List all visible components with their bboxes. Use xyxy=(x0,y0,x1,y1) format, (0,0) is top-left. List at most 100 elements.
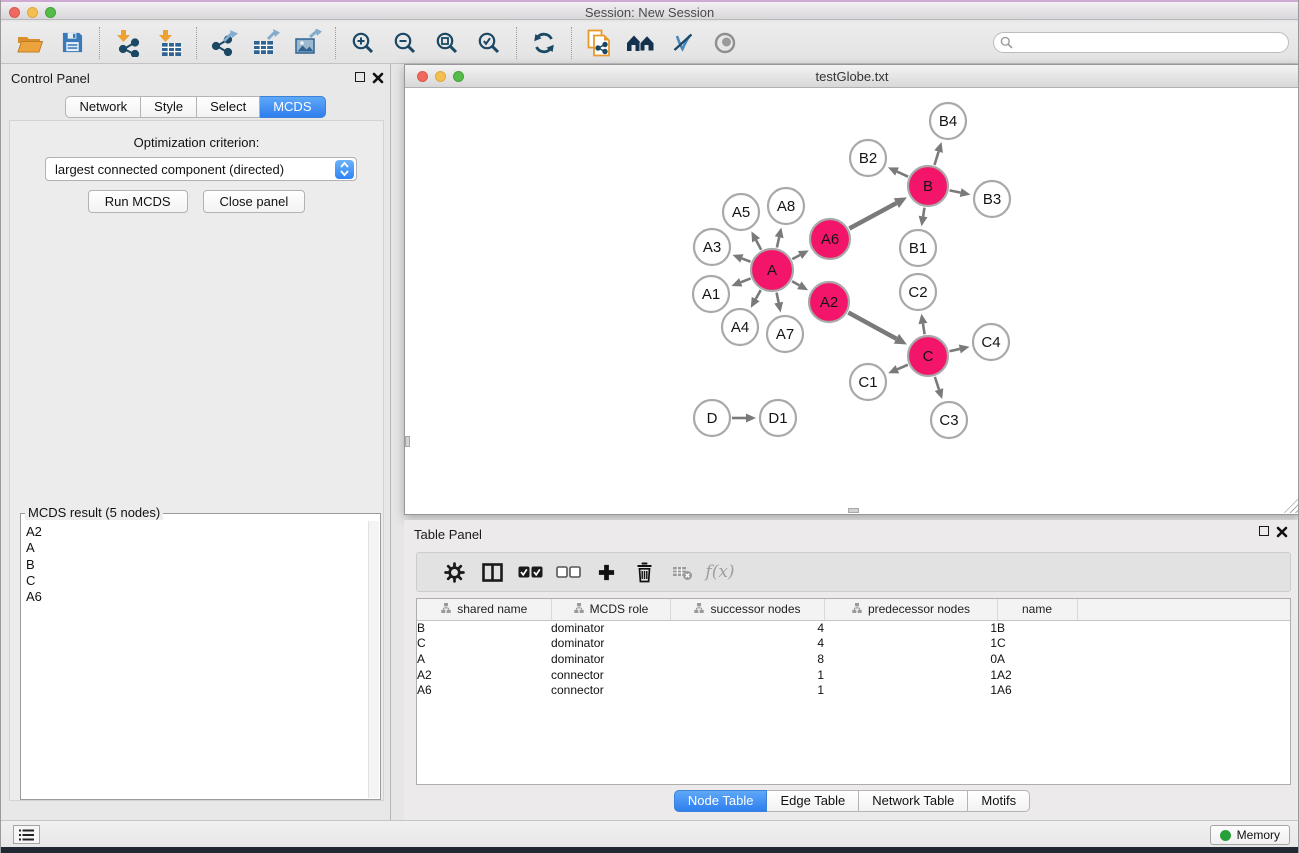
tab-node-table[interactable]: Node Table xyxy=(674,790,768,812)
zoom-out-button[interactable] xyxy=(384,25,426,61)
search-icon xyxy=(1000,36,1013,49)
graph-edge-arrowhead xyxy=(919,216,928,227)
column-hierarchy-icon xyxy=(440,602,452,614)
graph-node-label-A6: A6 xyxy=(821,231,839,248)
tab-select[interactable]: Select xyxy=(197,96,260,118)
add-column-button[interactable] xyxy=(587,563,625,582)
tab-mcds[interactable]: MCDS xyxy=(260,96,325,118)
save-session-button[interactable] xyxy=(51,25,93,61)
node-table[interactable]: shared nameMCDS rolesuccessor nodesprede… xyxy=(416,598,1291,785)
search-input[interactable] xyxy=(993,32,1289,53)
network-canvas[interactable]: AA6A2BCA5A8A3A1A4A7B2B4B3B1C2C4C1C3DD1 xyxy=(405,88,1299,514)
table-row[interactable]: Cdominator41C xyxy=(417,636,1290,652)
delete-table-button[interactable] xyxy=(663,564,701,581)
table-row[interactable]: A6connector11A6 xyxy=(417,682,1290,698)
zoom-out-icon xyxy=(393,31,417,55)
graph-edge-arrowhead xyxy=(733,254,744,262)
column-layout-button[interactable] xyxy=(473,563,511,582)
graph-edge-C-C3[interactable] xyxy=(935,377,939,390)
mcds-result-item[interactable]: C xyxy=(22,573,367,589)
table-row[interactable]: A2connector11A2 xyxy=(417,667,1290,683)
mcds-result-item[interactable]: A xyxy=(22,540,367,556)
function-builder-button[interactable]: f(x) xyxy=(701,562,739,582)
graph-edge-A-A8[interactable] xyxy=(777,237,779,247)
graph-edge-C-C1[interactable] xyxy=(897,365,907,370)
zoom-selected-button[interactable] xyxy=(468,25,510,61)
export-network-button[interactable] xyxy=(203,25,245,61)
graph-edge-C-C2[interactable] xyxy=(923,324,925,335)
table-settings-button[interactable] xyxy=(435,562,473,583)
float-table-panel-icon[interactable] xyxy=(1259,526,1269,536)
graph-node-label-A8: A8 xyxy=(777,198,795,215)
export-image-button[interactable] xyxy=(287,25,329,61)
result-scrollbar[interactable] xyxy=(368,521,379,798)
tab-motifs[interactable]: Motifs xyxy=(968,790,1030,812)
network-window-titlebar[interactable]: testGlobe.txt xyxy=(405,65,1299,88)
delete-column-button[interactable] xyxy=(625,562,663,583)
zoom-in-button[interactable] xyxy=(342,25,384,61)
zoom-fit-icon xyxy=(435,31,459,55)
close-panel-icon[interactable] xyxy=(372,72,384,84)
run-mcds-button[interactable]: Run MCDS xyxy=(88,190,188,213)
graph-edge-B-B3[interactable] xyxy=(950,190,961,192)
vertical-scroll-thumb[interactable] xyxy=(405,436,410,447)
graph-edge-A-A2[interactable] xyxy=(792,281,799,285)
close-table-panel-icon[interactable] xyxy=(1276,526,1288,538)
column-hierarchy-icon xyxy=(573,602,585,614)
mcds-result-list[interactable]: A2ABCA6 xyxy=(22,521,367,798)
network-from-file-button[interactable] xyxy=(578,25,620,61)
open-session-button[interactable] xyxy=(9,25,51,61)
mcds-result-item[interactable]: B xyxy=(22,557,367,573)
memory-button[interactable]: Memory xyxy=(1210,825,1290,845)
graph-edge-B-B4[interactable] xyxy=(934,152,938,165)
import-table-button[interactable] xyxy=(148,25,190,61)
graph-edge-A-A4[interactable] xyxy=(756,290,761,299)
graph-edge-A2-C[interactable] xyxy=(848,313,896,339)
graph-edge-A-A1[interactable] xyxy=(741,278,751,282)
column-header-successor-nodes[interactable]: successor nodes xyxy=(670,599,824,620)
graph-edge-arrowhead xyxy=(746,414,756,423)
deselect-all-button[interactable] xyxy=(549,565,587,579)
column-header-name[interactable]: name xyxy=(997,599,1077,620)
tab-style[interactable]: Style xyxy=(141,96,197,118)
tab-network-table[interactable]: Network Table xyxy=(859,790,968,812)
mcds-result-item[interactable]: A6 xyxy=(22,589,367,605)
graph-edge-A6-B[interactable] xyxy=(849,203,896,228)
graph-edge-A-A7[interactable] xyxy=(777,293,779,303)
tab-edge-table[interactable]: Edge Table xyxy=(767,790,859,812)
export-table-button[interactable] xyxy=(245,25,287,61)
float-panel-icon[interactable] xyxy=(355,72,365,82)
hide-graphics-details-button[interactable] xyxy=(662,25,704,61)
close-panel-button[interactable]: Close panel xyxy=(203,190,306,213)
graph-edge-arrowhead xyxy=(960,188,971,197)
graph-node-label-D: D xyxy=(707,410,718,427)
graph-edge-C-C4[interactable] xyxy=(949,349,959,351)
horizontal-scroll-thumb[interactable] xyxy=(848,508,859,513)
refresh-view-button[interactable] xyxy=(523,25,565,61)
home-view-button[interactable] xyxy=(620,25,662,61)
select-all-button[interactable] xyxy=(511,565,549,579)
export-image-icon xyxy=(294,29,322,56)
memory-label: Memory xyxy=(1237,828,1280,842)
import-network-button[interactable] xyxy=(106,25,148,61)
table-row[interactable]: Adominator80A xyxy=(417,651,1290,667)
graph-edge-A-A6[interactable] xyxy=(792,255,800,259)
graph-edge-B-B2[interactable] xyxy=(897,172,908,177)
floppy-disk-icon xyxy=(61,31,84,54)
column-header-shared-name[interactable]: shared name xyxy=(417,599,551,620)
column-header-predecessor-nodes[interactable]: predecessor nodes xyxy=(824,599,997,620)
table-row[interactable]: Bdominator41B xyxy=(417,620,1290,636)
panel-selector-button[interactable] xyxy=(13,825,40,844)
birdseye-view-button[interactable] xyxy=(704,25,746,61)
zoom-fit-button[interactable] xyxy=(426,25,468,61)
column-header-MCDS-role[interactable]: MCDS role xyxy=(551,599,670,620)
graph-edge-arrowhead xyxy=(935,388,944,399)
zoom-selected-icon xyxy=(477,31,501,55)
graph-edge-A-A3[interactable] xyxy=(742,258,751,261)
graph-edge-B-B1[interactable] xyxy=(923,208,924,217)
optimization-select[interactable]: largest connected component (directed) xyxy=(45,157,357,181)
tab-network[interactable]: Network xyxy=(65,96,141,118)
session-title: Session: New Session xyxy=(1,5,1298,20)
mcds-result-item[interactable]: A2 xyxy=(22,524,367,540)
graph-edge-A-A5[interactable] xyxy=(756,240,761,249)
